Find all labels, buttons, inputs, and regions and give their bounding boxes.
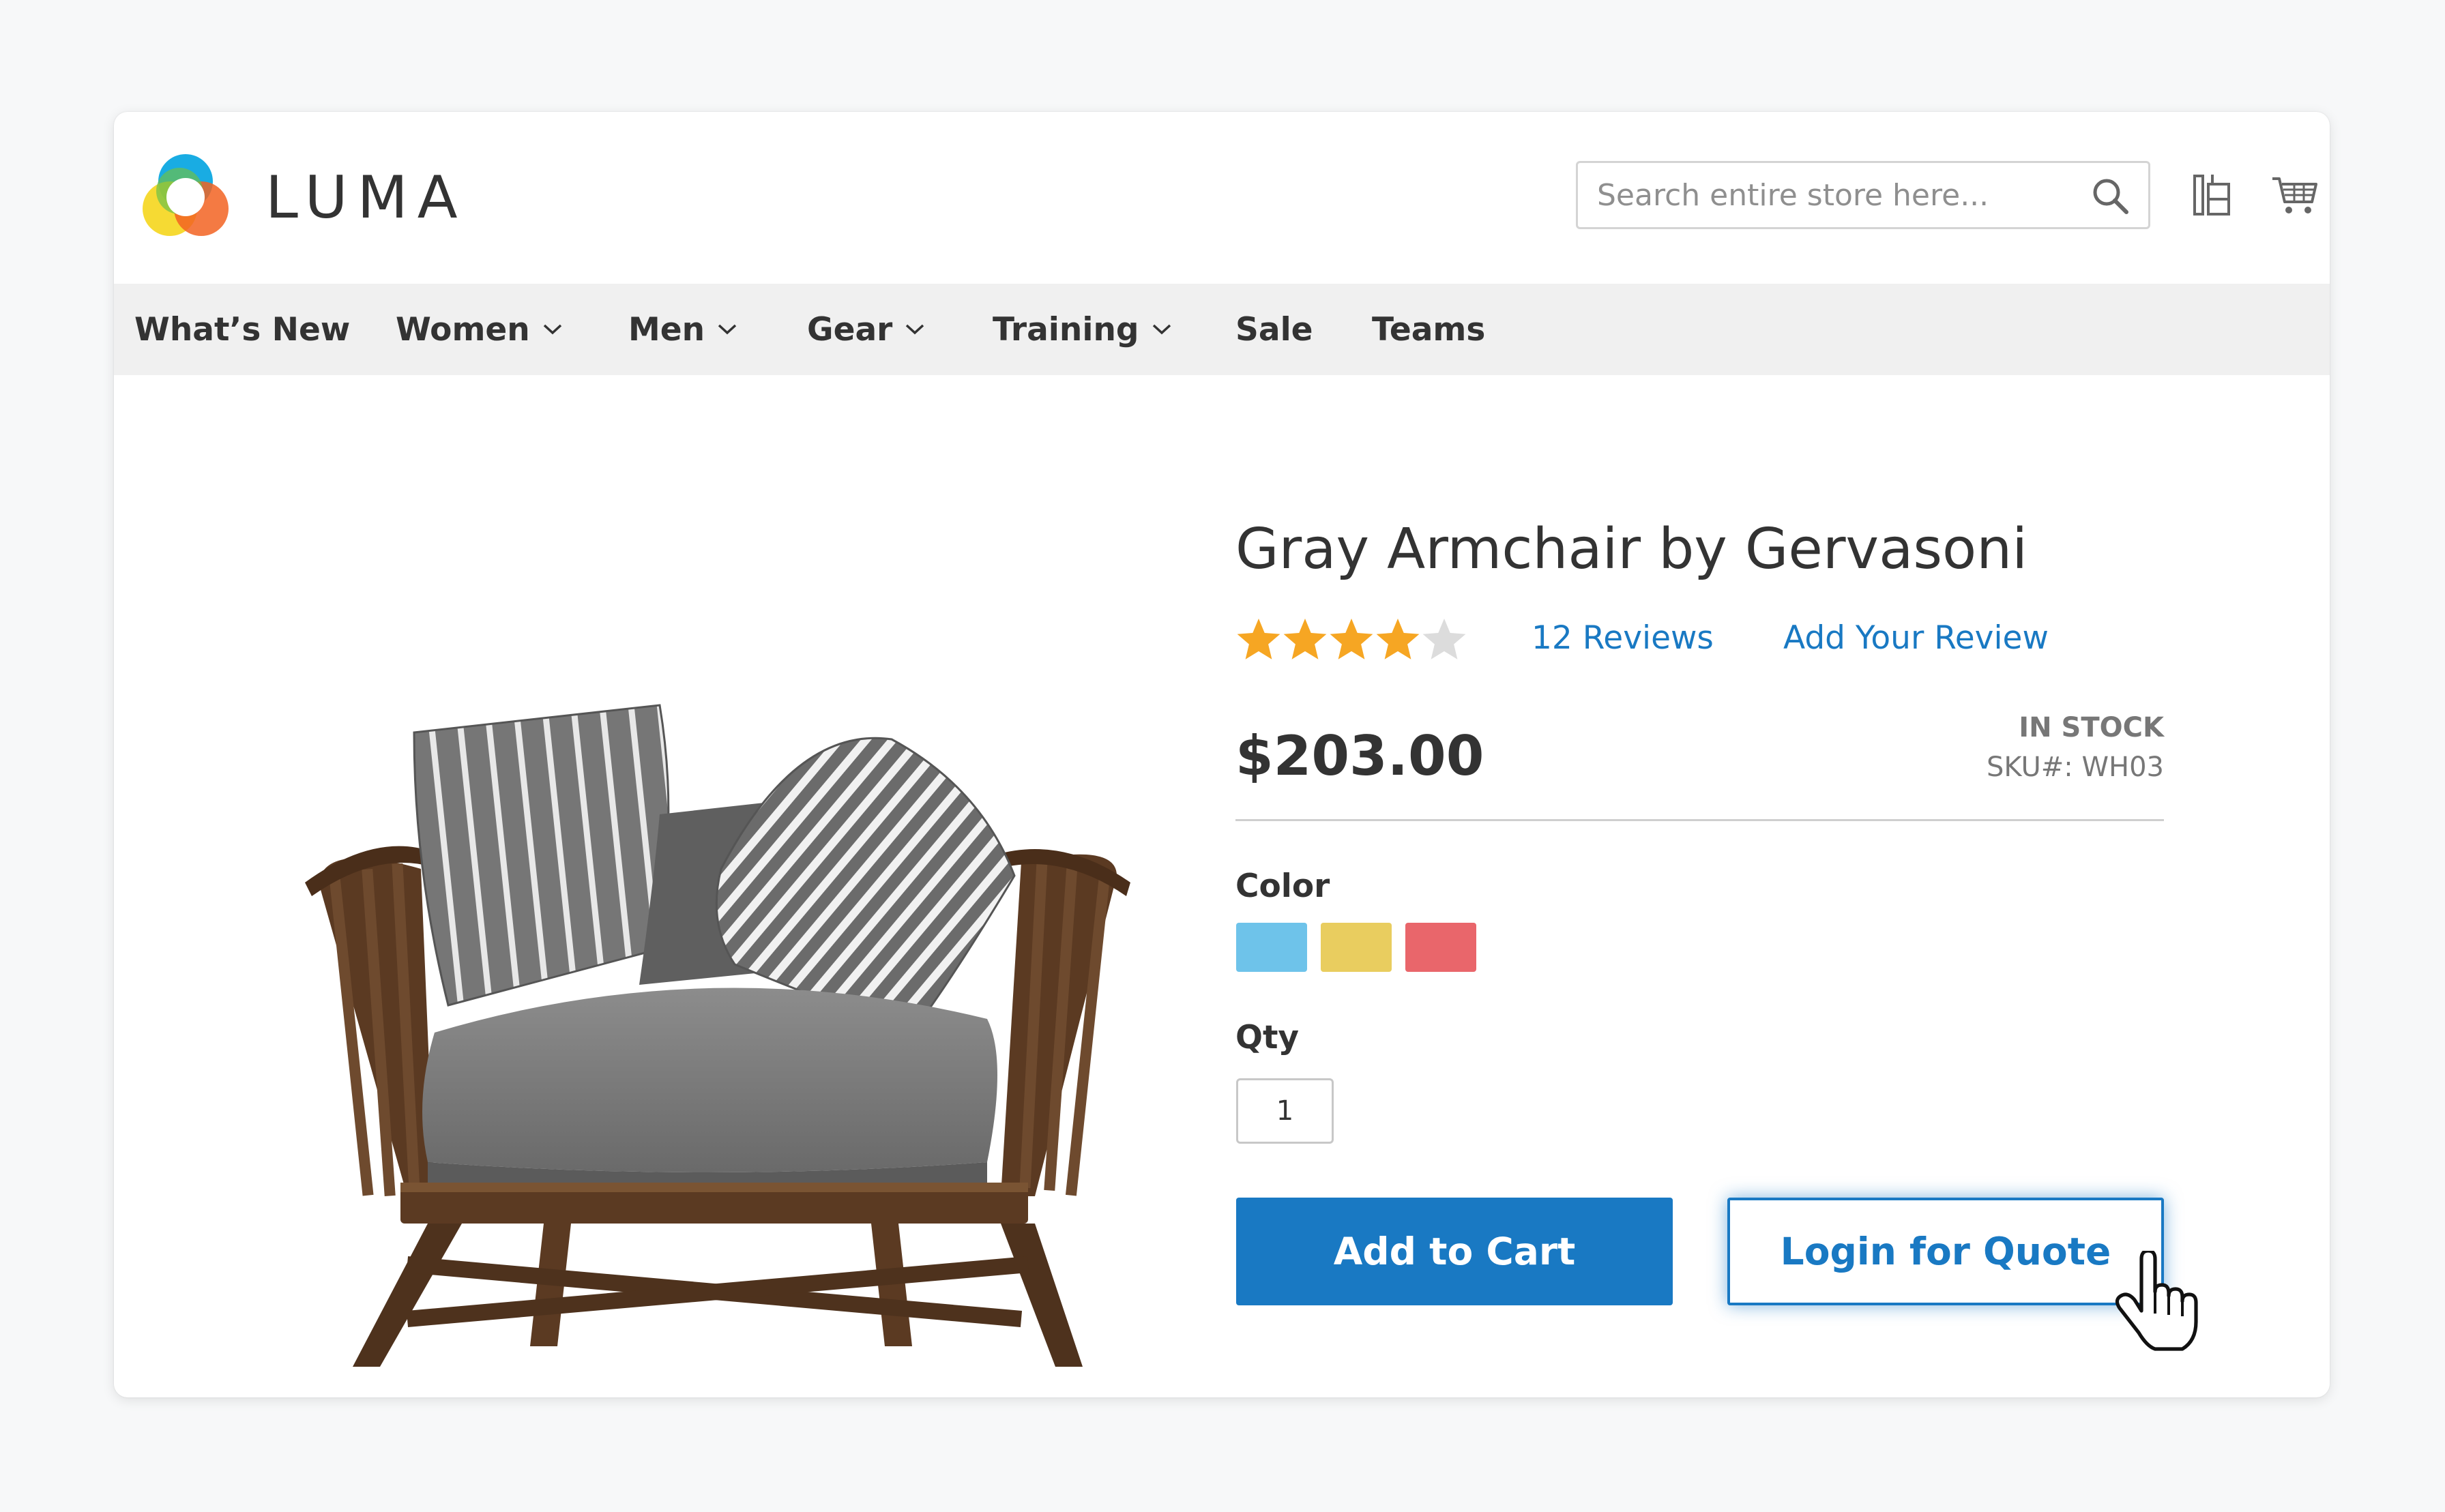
search-icon[interactable] xyxy=(2090,175,2131,216)
product-price: $203.00 xyxy=(1235,724,1484,788)
chevron-down-icon xyxy=(906,324,924,335)
star-filled-icon xyxy=(1330,619,1373,659)
color-swatch-blue[interactable] xyxy=(1236,923,1307,972)
hand-cursor-icon xyxy=(2115,1251,2198,1351)
color-swatch-yellow[interactable] xyxy=(1321,923,1392,972)
rating-stars xyxy=(1237,619,1466,659)
search-box[interactable] xyxy=(1576,161,2150,229)
nav-item-gear[interactable]: Gear xyxy=(807,284,925,375)
brand-name[interactable]: LUMA xyxy=(265,164,467,232)
cart-icon[interactable] xyxy=(2271,175,2319,216)
add-to-cart-button[interactable]: Add to Cart xyxy=(1236,1198,1673,1305)
nav-item-teams[interactable]: Teams xyxy=(1372,284,1485,375)
nav-item-training[interactable]: Training xyxy=(993,284,1172,375)
reviews-link[interactable]: 12 Reviews xyxy=(1532,619,1714,657)
divider xyxy=(1235,819,2164,821)
nav-item-label: What’s New xyxy=(134,310,351,349)
chevron-down-icon xyxy=(1152,324,1171,335)
nav-item-sale[interactable]: Sale xyxy=(1235,284,1313,375)
nav-item-women[interactable]: Women xyxy=(396,284,563,375)
nav-item-label: Gear xyxy=(807,310,893,349)
nav-item-label: Teams xyxy=(1372,310,1486,349)
main-navigation: What’s New Women Men Gear Training Sale … xyxy=(114,284,2330,375)
color-swatch-red[interactable] xyxy=(1405,923,1476,972)
star-filled-icon xyxy=(1237,619,1280,659)
star-filled-icon xyxy=(1376,619,1420,659)
product-image xyxy=(305,704,1130,1367)
luma-logo-icon[interactable] xyxy=(134,146,237,248)
add-review-link[interactable]: Add Your Review xyxy=(1783,619,2049,657)
store-page: LUMA What’s New Women Men xyxy=(114,112,2330,1397)
login-for-quote-button[interactable]: Login for Quote xyxy=(1727,1198,2164,1305)
star-empty-icon xyxy=(1422,619,1466,659)
nav-item-label: Sale xyxy=(1235,310,1313,349)
chevron-down-icon xyxy=(543,324,561,335)
nav-item-label: Women xyxy=(396,310,530,349)
nav-item-label: Training xyxy=(993,310,1139,349)
color-label: Color xyxy=(1235,868,1330,905)
qty-input[interactable] xyxy=(1236,1078,1334,1144)
nav-item-men[interactable]: Men xyxy=(628,284,737,375)
product-sku: SKU#: WH03 xyxy=(1986,752,2164,783)
star-filled-icon xyxy=(1283,619,1327,659)
chevron-down-icon xyxy=(718,324,737,335)
product-title: Gray Armchair by Gervasoni xyxy=(1235,517,2027,582)
compare-icon[interactable] xyxy=(2189,171,2234,220)
nav-item-label: Men xyxy=(628,310,705,349)
search-input[interactable] xyxy=(1578,163,2083,227)
nav-item-whats-new[interactable]: What’s New xyxy=(134,284,350,375)
qty-label: Qty xyxy=(1235,1019,1300,1056)
stock-status: IN STOCK xyxy=(2019,712,2164,743)
